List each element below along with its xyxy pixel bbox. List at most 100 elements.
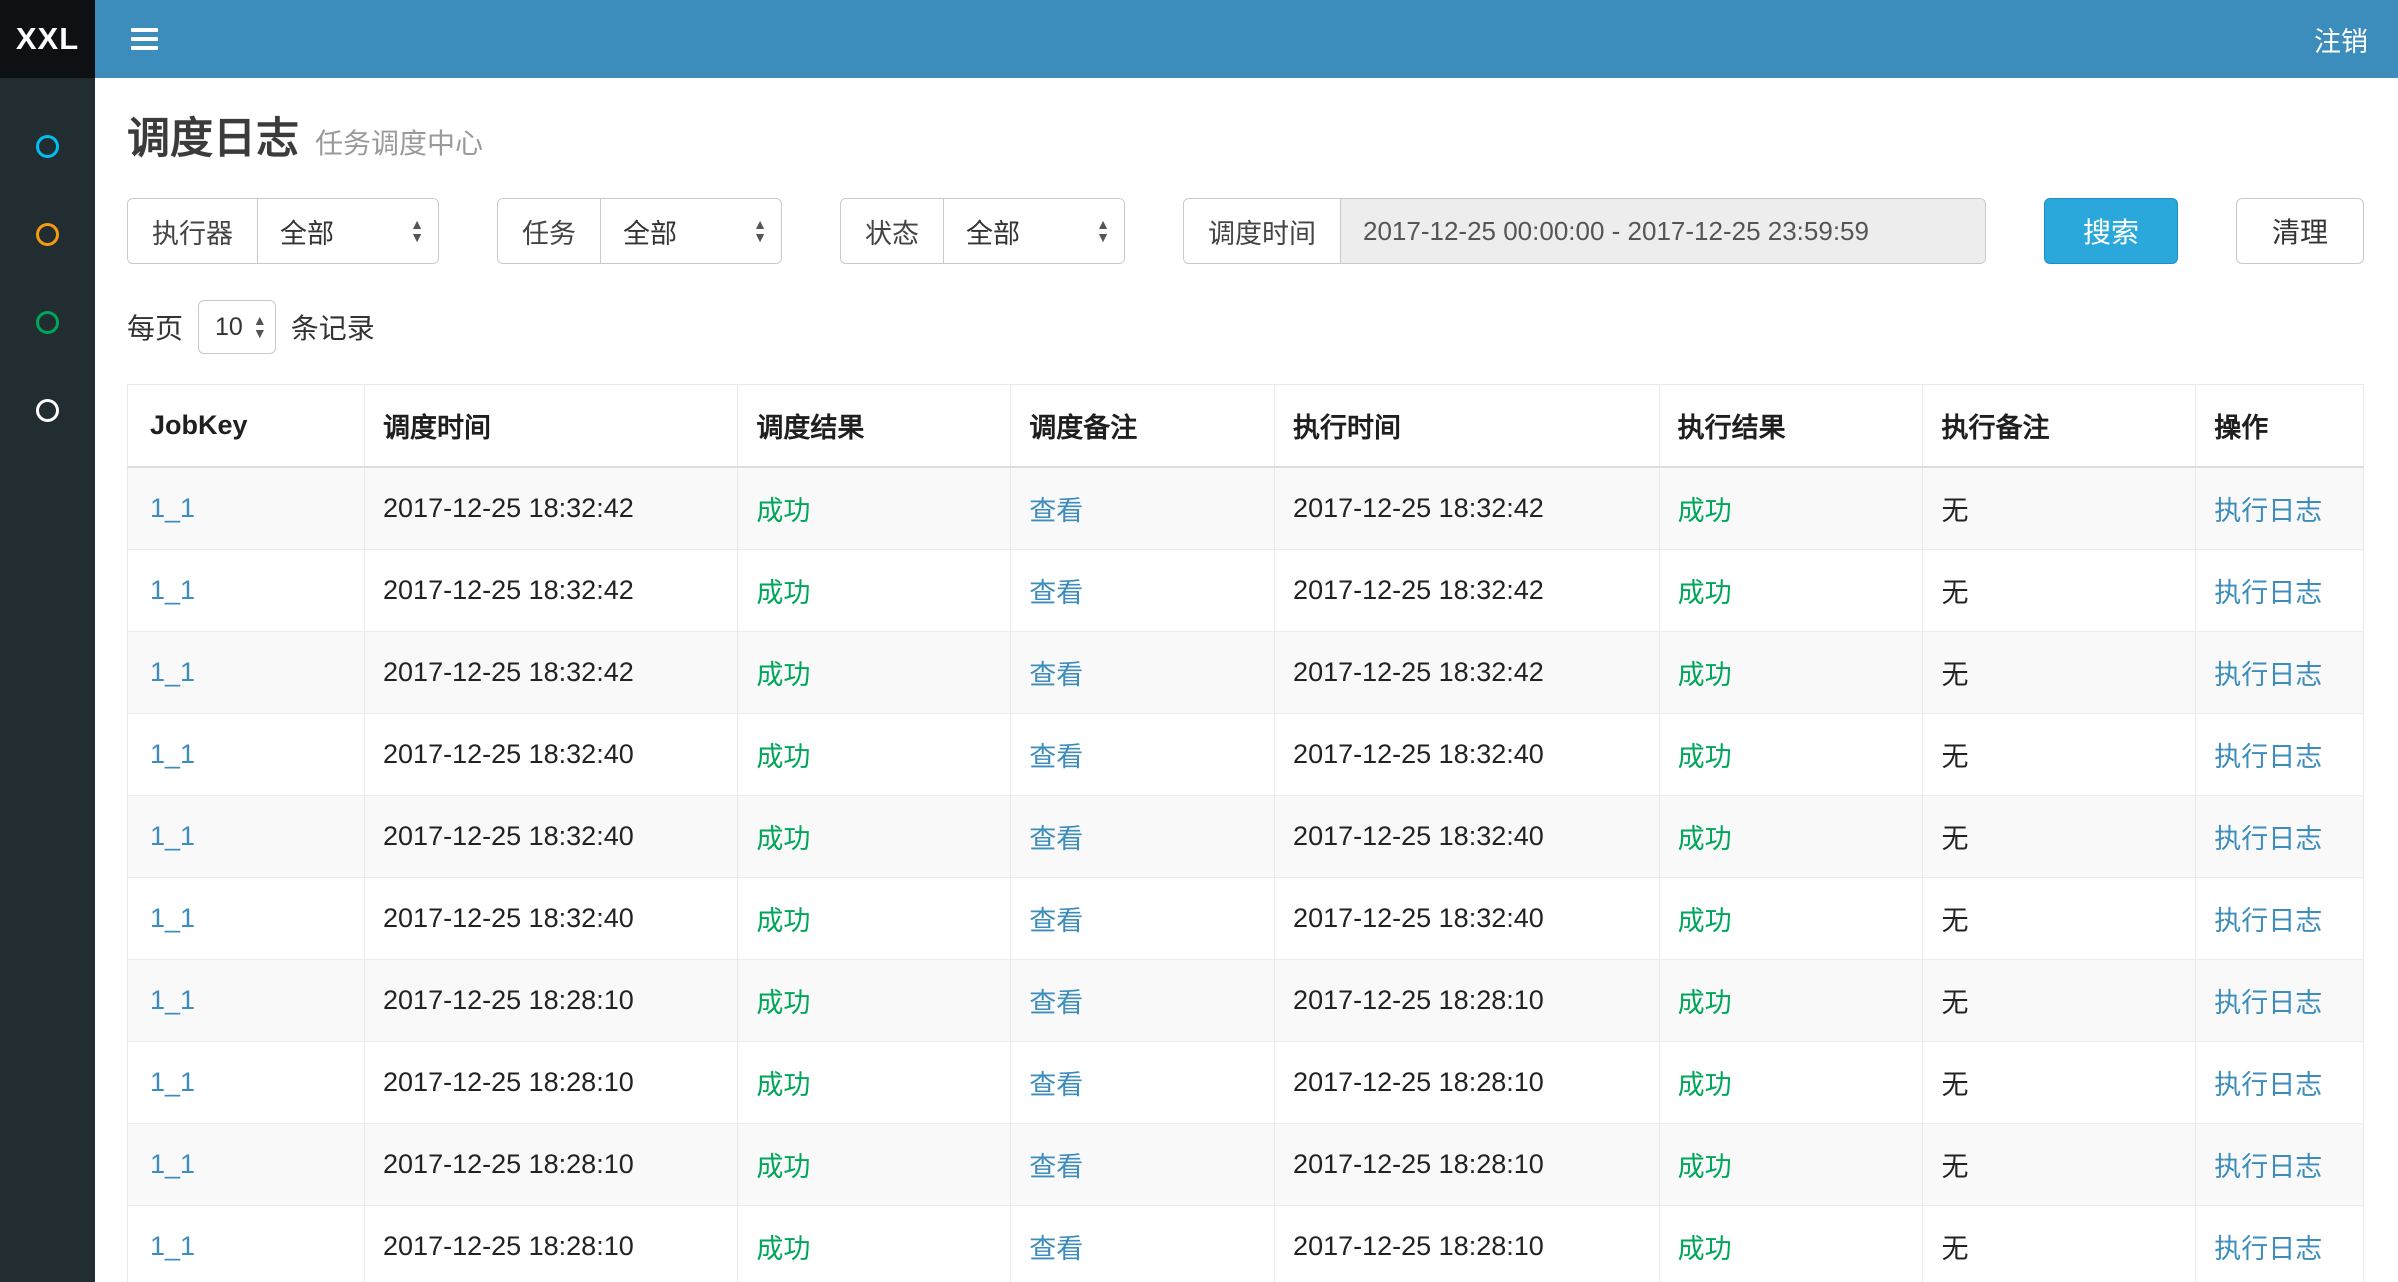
trigger-remark-link[interactable]: 查看 xyxy=(1029,660,1083,690)
select-arrows-icon: ▲▼ xyxy=(1096,218,1110,244)
table-row: 1_12017-12-25 18:32:40成功查看2017-12-25 18:… xyxy=(128,796,2364,878)
job-filter-label: 任务 xyxy=(498,199,601,263)
trigger-time-cell: 2017-12-25 18:32:42 xyxy=(365,632,738,714)
handle-result-cell: 成功 xyxy=(1659,550,1923,632)
column-header: 调度结果 xyxy=(738,385,1011,468)
page-title: 调度日志 xyxy=(127,104,299,166)
search-button[interactable]: 搜索 xyxy=(2044,198,2178,264)
trigger-remark-link[interactable]: 查看 xyxy=(1029,988,1083,1018)
jobkey-link[interactable]: 1_1 xyxy=(150,739,195,769)
sidebar-item-4[interactable] xyxy=(0,366,95,454)
handle-remark-cell: 无 xyxy=(1923,1042,2196,1124)
trigger-result-cell: 成功 xyxy=(738,960,1011,1042)
page-size-prefix: 每页 xyxy=(127,307,183,347)
handle-time-cell: 2017-12-25 18:32:42 xyxy=(1275,632,1660,714)
sidebar-item-1[interactable] xyxy=(0,102,95,190)
sidebar-item-3[interactable] xyxy=(0,278,95,366)
trigger-result-cell: 成功 xyxy=(738,878,1011,960)
filter-bar: 执行器 全部 ▲▼ 任务 全部 ▲▼ 状态 全部 ▲▼ xyxy=(127,198,2364,264)
trigger-remark-link[interactable]: 查看 xyxy=(1029,1152,1083,1182)
trigger-result-cell: 成功 xyxy=(738,714,1011,796)
jobkey-link[interactable]: 1_1 xyxy=(150,657,195,687)
handle-time-cell: 2017-12-25 18:28:10 xyxy=(1275,1124,1660,1206)
column-header: 操作 xyxy=(2196,385,2364,468)
execution-log-link[interactable]: 执行日志 xyxy=(2214,496,2322,526)
handle-remark-cell: 无 xyxy=(1923,714,2196,796)
trigger-remark-link[interactable]: 查看 xyxy=(1029,742,1083,772)
sidebar-toggle-button[interactable] xyxy=(95,0,193,78)
handle-remark-cell: 无 xyxy=(1923,632,2196,714)
page-size-control: 每页 10 ▲▼ 条记录 xyxy=(127,300,2364,354)
sidebar-item-2[interactable] xyxy=(0,190,95,278)
execution-log-link[interactable]: 执行日志 xyxy=(2214,988,2322,1018)
execution-log-link[interactable]: 执行日志 xyxy=(2214,578,2322,608)
table-row: 1_12017-12-25 18:32:42成功查看2017-12-25 18:… xyxy=(128,632,2364,714)
select-arrows-icon: ▲▼ xyxy=(410,218,424,244)
app-logo[interactable]: XXL xyxy=(0,0,95,78)
table-row: 1_12017-12-25 18:32:40成功查看2017-12-25 18:… xyxy=(128,878,2364,960)
trigger-result-cell: 成功 xyxy=(738,1124,1011,1206)
jobkey-link[interactable]: 1_1 xyxy=(150,1231,195,1261)
jobkey-link[interactable]: 1_1 xyxy=(150,493,195,523)
handle-result-cell: 成功 xyxy=(1659,878,1923,960)
trigger-time-filter-group: 调度时间 2017-12-25 00:00:00 - 2017-12-25 23… xyxy=(1183,198,1986,264)
execution-log-link[interactable]: 执行日志 xyxy=(2214,742,2322,772)
hamburger-icon xyxy=(131,23,158,55)
job-filter-group: 任务 全部 ▲▼ xyxy=(497,198,782,264)
table-row: 1_12017-12-25 18:28:10成功查看2017-12-25 18:… xyxy=(128,1124,2364,1206)
trigger-remark-link[interactable]: 查看 xyxy=(1029,496,1083,526)
handle-remark-cell: 无 xyxy=(1923,796,2196,878)
execution-log-link[interactable]: 执行日志 xyxy=(2214,1070,2322,1100)
handle-result-cell: 成功 xyxy=(1659,714,1923,796)
trigger-time-cell: 2017-12-25 18:32:42 xyxy=(365,467,738,550)
status-filter-select[interactable]: 全部 ▲▼ xyxy=(944,199,1124,263)
handle-time-cell: 2017-12-25 18:28:10 xyxy=(1275,960,1660,1042)
execution-log-link[interactable]: 执行日志 xyxy=(2214,1152,2322,1182)
log-table-body: 1_12017-12-25 18:32:42成功查看2017-12-25 18:… xyxy=(128,467,2364,1282)
trigger-result-cell: 成功 xyxy=(738,632,1011,714)
clear-button[interactable]: 清理 xyxy=(2236,198,2364,264)
trigger-time-cell: 2017-12-25 18:28:10 xyxy=(365,1206,738,1282)
trigger-remark-link[interactable]: 查看 xyxy=(1029,1070,1083,1100)
column-header: 调度时间 xyxy=(365,385,738,468)
handle-result-cell: 成功 xyxy=(1659,632,1923,714)
logout-link[interactable]: 注销 xyxy=(2284,0,2398,78)
page-subtitle: 任务调度中心 xyxy=(315,122,483,162)
top-navbar: XXL 注销 xyxy=(0,0,2398,78)
trigger-time-range-input[interactable]: 2017-12-25 00:00:00 - 2017-12-25 23:59:5… xyxy=(1341,199,1985,263)
page-size-suffix: 条记录 xyxy=(291,307,375,347)
circle-icon xyxy=(36,399,59,422)
job-filter-value: 全部 xyxy=(623,212,677,251)
main-content: 调度日志 任务调度中心 执行器 全部 ▲▼ 任务 全部 ▲▼ 状态 xyxy=(95,78,2398,1282)
jobkey-link[interactable]: 1_1 xyxy=(150,1067,195,1097)
jobkey-link[interactable]: 1_1 xyxy=(150,1149,195,1179)
table-row: 1_12017-12-25 18:32:42成功查看2017-12-25 18:… xyxy=(128,467,2364,550)
page-header: 调度日志 任务调度中心 xyxy=(127,104,2364,166)
page-size-select[interactable]: 10 ▲▼ xyxy=(198,300,276,354)
column-header: JobKey xyxy=(128,385,365,468)
job-filter-select[interactable]: 全部 ▲▼ xyxy=(601,199,781,263)
jobkey-link[interactable]: 1_1 xyxy=(150,821,195,851)
handle-time-cell: 2017-12-25 18:32:40 xyxy=(1275,796,1660,878)
trigger-time-cell: 2017-12-25 18:32:40 xyxy=(365,878,738,960)
handle-remark-cell: 无 xyxy=(1923,1206,2196,1282)
column-header: 执行备注 xyxy=(1923,385,2196,468)
trigger-time-cell: 2017-12-25 18:28:10 xyxy=(365,1042,738,1124)
page-layout: 调度日志 任务调度中心 执行器 全部 ▲▼ 任务 全部 ▲▼ 状态 xyxy=(0,78,2398,1282)
trigger-remark-link[interactable]: 查看 xyxy=(1029,578,1083,608)
execution-log-link[interactable]: 执行日志 xyxy=(2214,824,2322,854)
select-arrows-icon: ▲▼ xyxy=(253,314,267,340)
jobkey-link[interactable]: 1_1 xyxy=(150,985,195,1015)
execution-log-link[interactable]: 执行日志 xyxy=(2214,660,2322,690)
table-row: 1_12017-12-25 18:32:40成功查看2017-12-25 18:… xyxy=(128,714,2364,796)
execution-log-link[interactable]: 执行日志 xyxy=(2214,1234,2322,1264)
trigger-remark-link[interactable]: 查看 xyxy=(1029,824,1083,854)
trigger-remark-link[interactable]: 查看 xyxy=(1029,1234,1083,1264)
status-filter-group: 状态 全部 ▲▼ xyxy=(840,198,1125,264)
handle-result-cell: 成功 xyxy=(1659,1042,1923,1124)
jobkey-link[interactable]: 1_1 xyxy=(150,575,195,605)
trigger-remark-link[interactable]: 查看 xyxy=(1029,906,1083,936)
executor-filter-select[interactable]: 全部 ▲▼ xyxy=(258,199,438,263)
jobkey-link[interactable]: 1_1 xyxy=(150,903,195,933)
execution-log-link[interactable]: 执行日志 xyxy=(2214,906,2322,936)
